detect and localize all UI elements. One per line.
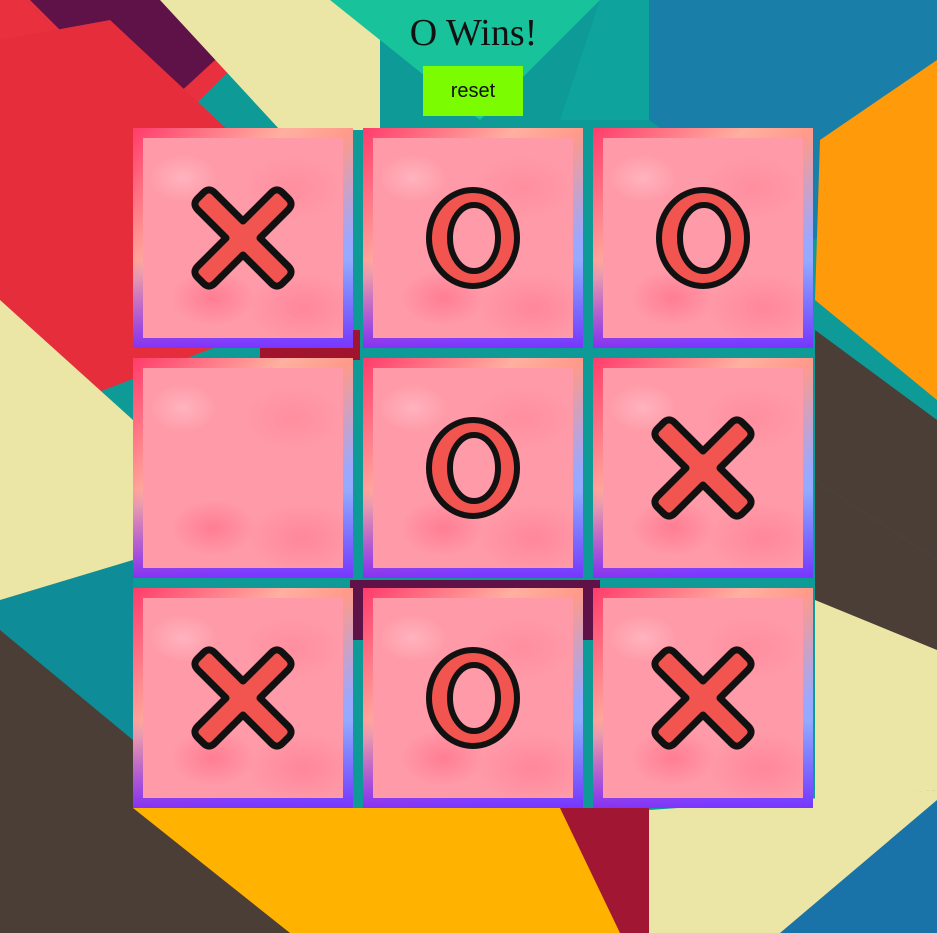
x-mark-icon — [191, 186, 295, 290]
cell-1-2[interactable] — [593, 358, 813, 578]
cell-0-0[interactable] — [133, 128, 353, 348]
game-board — [133, 128, 813, 808]
cell-2-0[interactable] — [133, 588, 353, 808]
x-mark-icon — [651, 416, 755, 520]
reset-button[interactable]: reset — [423, 66, 523, 116]
cell-2-2[interactable] — [593, 588, 813, 808]
cell-tile — [143, 368, 343, 568]
cell-tile — [603, 598, 803, 798]
x-mark-icon — [191, 646, 295, 750]
cell-tile — [603, 368, 803, 568]
o-mark-icon — [426, 647, 520, 749]
o-mark-icon — [426, 417, 520, 519]
cell-tile — [373, 598, 573, 798]
cell-1-0[interactable] — [133, 358, 353, 578]
cell-tile — [373, 368, 573, 568]
o-mark-icon — [426, 187, 520, 289]
o-mark-icon — [656, 187, 750, 289]
cell-tile — [143, 138, 343, 338]
cell-tile — [603, 138, 803, 338]
empty-cell-mark — [143, 368, 343, 568]
cell-2-1[interactable] — [363, 588, 583, 808]
cell-0-2[interactable] — [593, 128, 813, 348]
x-mark-icon — [651, 646, 755, 750]
game-status: O Wins! — [409, 12, 538, 54]
cell-0-1[interactable] — [363, 128, 583, 348]
cell-1-1[interactable] — [363, 358, 583, 578]
cell-tile — [143, 598, 343, 798]
cell-tile — [373, 138, 573, 338]
